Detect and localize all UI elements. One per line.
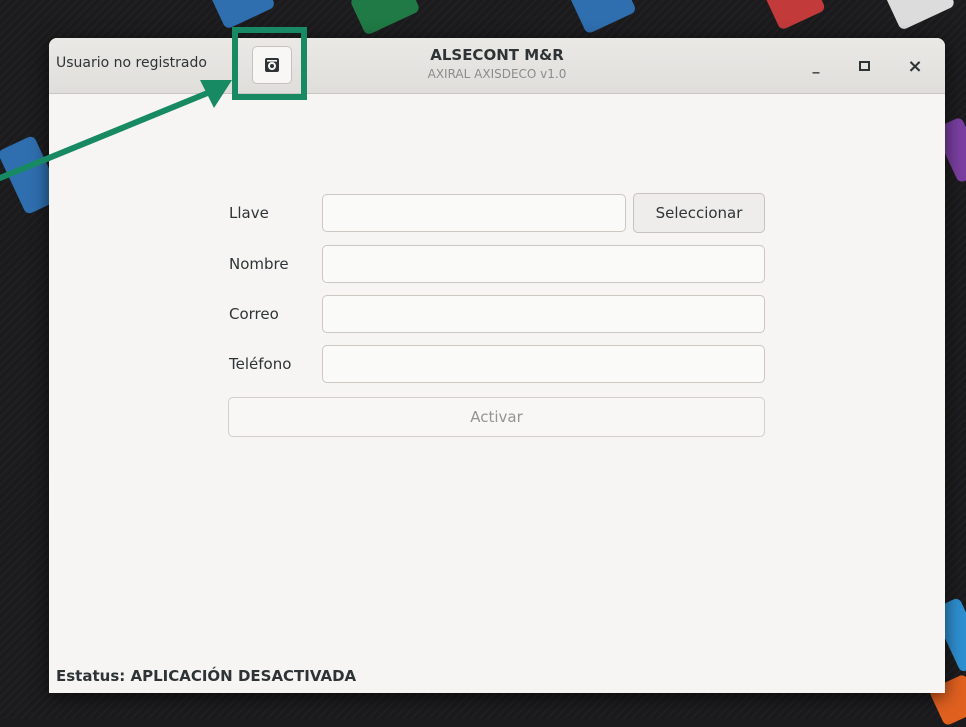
maximize-icon [858, 61, 870, 71]
name-label: Nombre [229, 255, 289, 273]
select-key-button[interactable]: Seleccionar [633, 193, 765, 233]
email-input[interactable] [322, 295, 765, 333]
close-icon: × [907, 55, 923, 77]
key-label: Llave [229, 204, 269, 222]
name-input[interactable] [322, 245, 765, 283]
email-label: Correo [229, 305, 279, 323]
minimize-icon: _ [812, 58, 820, 74]
status-text: Estatus: APLICACIÓN DESACTIVADA [56, 667, 357, 685]
phone-label: Teléfono [229, 355, 292, 373]
annotation-highlight-box [232, 27, 307, 100]
header-bar: Usuario no registrado ALSECONT M&R AXIRA… [49, 38, 945, 94]
key-input[interactable] [322, 194, 626, 232]
maximize-button[interactable] [850, 52, 878, 80]
close-button[interactable]: × [901, 52, 929, 80]
minimize-button[interactable]: _ [802, 52, 830, 80]
phone-input[interactable] [322, 345, 765, 383]
app-window: Usuario no registrado ALSECONT M&R AXIRA… [49, 38, 945, 693]
activate-button[interactable]: Activar [228, 397, 765, 437]
